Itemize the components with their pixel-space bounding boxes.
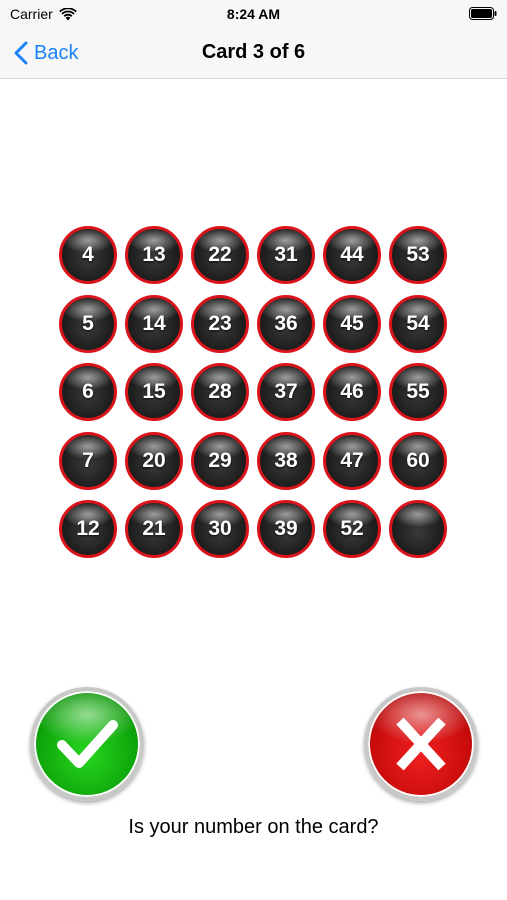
number-ball: 6 — [59, 363, 117, 421]
number-ball: 13 — [125, 226, 183, 284]
yes-button[interactable] — [30, 687, 144, 801]
status-bar: Carrier 8:24 AM — [0, 0, 507, 28]
number-ball: 20 — [125, 431, 183, 490]
number-ball: 21 — [125, 500, 183, 558]
battery-icon — [469, 7, 497, 20]
number-ball: 55 — [389, 363, 447, 421]
number-ball: 36 — [257, 294, 315, 353]
number-ball: 37 — [257, 363, 315, 421]
number-ball: 54 — [389, 294, 447, 353]
number-ball: 44 — [323, 226, 381, 284]
number-ball: 47 — [323, 431, 381, 490]
number-ball: 60 — [389, 431, 447, 490]
checkmark-icon — [57, 720, 118, 768]
number-ball: 12 — [59, 500, 117, 558]
number-ball: 5 — [59, 294, 117, 353]
number-ball: 23 — [191, 294, 249, 353]
number-ball: 15 — [125, 363, 183, 421]
question-prompt: Is your number on the card? — [128, 816, 379, 838]
page-title: Card 3 of 6 — [201, 41, 306, 63]
number-ball: 45 — [323, 294, 381, 353]
number-ball: 39 — [257, 500, 315, 558]
number-ball: 22 — [191, 226, 249, 284]
number-ball: 46 — [323, 363, 381, 421]
number-ball: 29 — [191, 431, 249, 490]
status-time: 8:24 AM — [226, 6, 281, 22]
number-ball: 52 — [323, 500, 381, 558]
number-ball: 28 — [191, 363, 249, 421]
number-ball: 31 — [257, 226, 315, 284]
number-ball: 38 — [257, 431, 315, 490]
number-ball: 53 — [389, 226, 447, 284]
number-ball: 7 — [59, 431, 117, 490]
number-card-grid: 4 13 22 31 44 53 5 14 23 36 45 54 6 15 28 37 46 55 7 20 29 38… — [59, 226, 447, 558]
no-button[interactable] — [364, 687, 478, 801]
empty-ball — [389, 500, 447, 558]
number-ball: 30 — [191, 500, 249, 558]
number-ball: 14 — [125, 294, 183, 353]
navigation-bar: Back Card 3 of 6 — [0, 28, 507, 79]
number-ball: 4 — [59, 226, 117, 284]
x-icon — [396, 717, 446, 771]
